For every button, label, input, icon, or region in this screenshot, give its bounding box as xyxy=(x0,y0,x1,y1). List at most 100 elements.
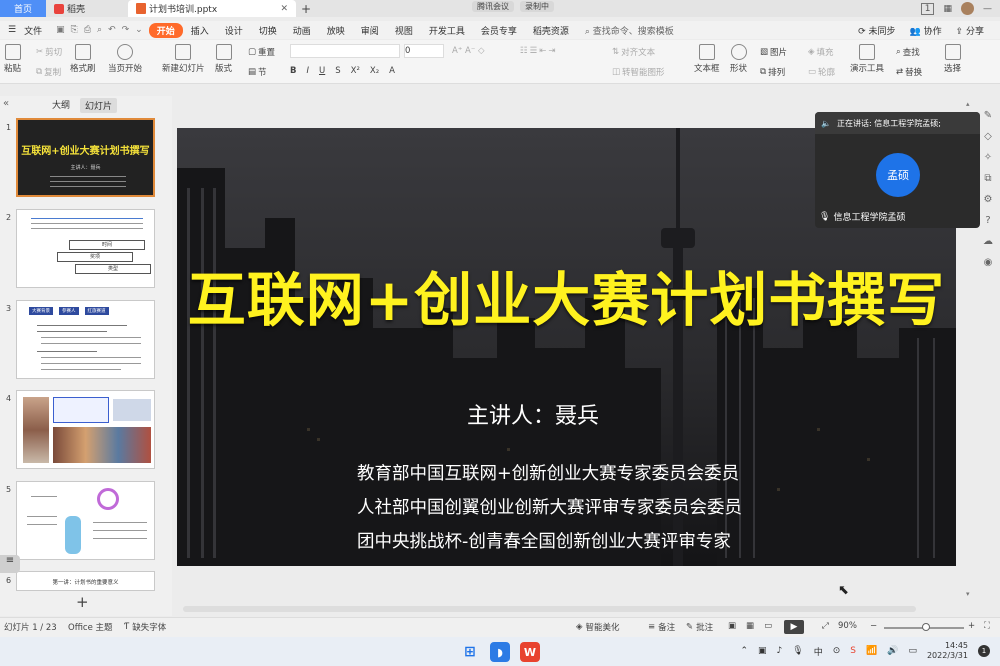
chevron-up-icon[interactable]: ⌃ xyxy=(740,646,748,656)
scroll-up-icon[interactable]: ▴ xyxy=(966,100,970,108)
play-slideshow-button[interactable]: ▶ xyxy=(784,620,804,634)
cut-button[interactable]: ✂ 剪切 xyxy=(36,46,62,58)
collapse-panel-icon[interactable]: « xyxy=(3,98,9,109)
slide-thumbnail-2[interactable]: 时间 奖项 类型 xyxy=(16,209,155,288)
section-button[interactable]: ▤ 节 xyxy=(248,66,267,78)
menu-transition[interactable]: 切换 xyxy=(251,24,285,37)
numbering-icon[interactable]: ☰ xyxy=(530,46,538,56)
bold-icon[interactable]: B xyxy=(290,66,296,76)
tray-app-icon[interactable]: ▣ xyxy=(758,646,767,656)
font-size-select[interactable]: 0 xyxy=(404,44,444,58)
settings-tool-icon[interactable]: ⚙ xyxy=(984,194,993,205)
font-color-icon[interactable]: A xyxy=(389,66,395,76)
smart-beautify-button[interactable]: ◈ 智能美化 xyxy=(576,621,620,633)
menu-docer-resources[interactable]: 稻壳资源 xyxy=(525,24,577,37)
picture-button[interactable]: ▧ 图片 xyxy=(760,46,787,58)
more-icon[interactable]: ⌄ xyxy=(135,25,143,35)
export-pdf-icon[interactable]: ⎘ xyxy=(71,25,78,35)
zoom-level[interactable]: 90% xyxy=(838,621,857,631)
input-method-icon[interactable]: ⊙ xyxy=(833,646,841,656)
fit-zoom-icon[interactable]: ⤢ xyxy=(822,621,829,631)
fullscreen-icon[interactable]: ⛶ xyxy=(984,621,990,631)
bullets-icon[interactable]: ☷ xyxy=(520,46,528,56)
strike-icon[interactable]: S xyxy=(335,66,340,76)
tab-slides[interactable]: 幻灯片 xyxy=(80,98,118,113)
convert-smartart-button[interactable]: ◫ 转智能图形 xyxy=(612,66,665,78)
wps-app-icon[interactable]: W xyxy=(520,642,540,662)
animation-tool-icon[interactable]: ✧ xyxy=(984,152,992,163)
zoom-in-icon[interactable]: + xyxy=(968,621,975,631)
vertical-scrollbar[interactable]: ▴ ▾ xyxy=(966,100,972,600)
share-button[interactable]: ⇪ 分享 xyxy=(956,24,984,37)
menu-file[interactable]: 文件 xyxy=(24,24,50,37)
shape-tool-icon[interactable]: ◇ xyxy=(984,131,992,142)
recording-badge[interactable]: 录制中 xyxy=(520,0,554,12)
close-tab-icon[interactable]: ✕ xyxy=(280,4,288,14)
redo-icon[interactable]: ↷ xyxy=(122,25,130,35)
sync-status[interactable]: ⟳ 未同步 xyxy=(858,24,895,37)
normal-view-icon[interactable]: ▣ xyxy=(728,621,736,631)
help-icon[interactable]: ? xyxy=(985,215,990,226)
window-count-badge[interactable]: 1 xyxy=(920,2,935,15)
menu-animation[interactable]: 动画 xyxy=(285,24,319,37)
copy-button[interactable]: ⧉ 复制 xyxy=(36,66,61,78)
layout-button[interactable]: 版式 xyxy=(215,44,232,74)
ime-language[interactable]: 中 xyxy=(814,645,823,658)
underline-icon[interactable]: U xyxy=(319,66,325,76)
volume-tray-icon[interactable]: ♪ xyxy=(777,646,783,656)
slide-bio-line[interactable]: 教育部中国互联网+创新创业大赛专家委员会委员 xyxy=(357,460,739,485)
slide-bio-line[interactable]: 团中央挑战杯-创青春全国创新创业大赛评审专家 xyxy=(357,528,731,553)
slide-thumbnail-5[interactable] xyxy=(16,481,155,560)
menu-view[interactable]: 视图 xyxy=(387,24,421,37)
menu-developer[interactable]: 开发工具 xyxy=(421,24,473,37)
speaker-tray-icon[interactable]: 🔊 xyxy=(887,646,898,656)
arrange-button[interactable]: ⧉ 排列 xyxy=(760,66,785,78)
save-icon[interactable]: ▣ xyxy=(56,25,65,35)
cloud-icon[interactable]: ☁ xyxy=(983,236,993,247)
text-box-button[interactable]: 文本框 xyxy=(694,44,720,74)
zoom-knob[interactable] xyxy=(922,623,930,631)
select-button[interactable]: 选择 xyxy=(944,44,961,74)
preview-icon[interactable]: ⌕ xyxy=(97,25,102,35)
participant-avatar[interactable]: 孟硕 xyxy=(876,153,920,197)
subscript-icon[interactable]: X₂ xyxy=(370,66,379,76)
slide-thumbnail-1[interactable]: 互联网+创业大赛计划书撰写 主讲人：聂兵 xyxy=(16,118,155,197)
horizontal-scrollbar[interactable] xyxy=(183,606,916,612)
fill-button[interactable]: ◈ 填充 xyxy=(808,46,834,58)
format-painter-button[interactable]: 格式刷 xyxy=(70,44,96,74)
outdent-icon[interactable]: ⇥ xyxy=(548,46,555,56)
slide-title[interactable]: 互联网+创业大赛计划书撰写 xyxy=(177,253,956,337)
add-slide-icon[interactable]: + xyxy=(76,593,89,611)
notes-button[interactable]: ≡ 备注 xyxy=(648,621,675,633)
zoom-out-icon[interactable]: − xyxy=(870,621,877,631)
theme-name[interactable]: Office 主题 xyxy=(68,621,113,633)
start-current-button[interactable]: 当页开始 xyxy=(108,44,142,74)
tab-docer[interactable]: 稻壳 xyxy=(46,0,128,17)
print-icon[interactable]: ⎙ xyxy=(84,25,91,35)
reset-button[interactable]: ▢ 重置 xyxy=(248,46,275,58)
location-icon[interactable]: ◉ xyxy=(984,257,993,268)
tab-document[interactable]: 计划书培训.pptx ✕ xyxy=(128,0,296,17)
sorter-view-icon[interactable]: ▦ xyxy=(746,621,754,631)
command-search[interactable]: ⌕ 查找命令、搜索模板 xyxy=(577,24,682,37)
user-avatar[interactable] xyxy=(961,2,974,15)
menu-design[interactable]: 设计 xyxy=(217,24,251,37)
outline-button[interactable]: ▭ 轮廓 xyxy=(808,66,835,78)
slideshow-tools-button[interactable]: 演示工具 xyxy=(850,44,884,74)
meeting-badge[interactable]: 腾讯会议 xyxy=(472,0,514,12)
minimize-icon[interactable]: — xyxy=(983,4,992,14)
new-slide-button[interactable]: 新建幻灯片 xyxy=(162,44,205,74)
align-text-button[interactable]: ⇅ 对齐文本 xyxy=(612,46,655,58)
italic-icon[interactable]: I xyxy=(306,66,309,76)
brush-tool-icon[interactable]: ✎ xyxy=(984,110,992,121)
slide-thumbnail-3[interactable]: 大赛背景 参赛人 红旅赛道 xyxy=(16,300,155,379)
grid-icon[interactable]: ▦ xyxy=(943,4,952,14)
meeting-video-overlay[interactable]: 🔈 正在讲话: 信息工程学院孟硕; 孟硕 🎙 信息工程学院孟硕 xyxy=(815,112,980,228)
paste-button[interactable]: 粘贴 xyxy=(4,44,21,74)
comments-button[interactable]: ✎ 批注 xyxy=(686,621,713,633)
font-name-select[interactable] xyxy=(290,44,400,58)
superscript-icon[interactable]: X² xyxy=(351,66,360,76)
replace-button[interactable]: ⇄ 替换 xyxy=(896,66,922,78)
menu-review[interactable]: 审阅 xyxy=(353,24,387,37)
indent-icon[interactable]: ⇤ xyxy=(539,46,546,56)
